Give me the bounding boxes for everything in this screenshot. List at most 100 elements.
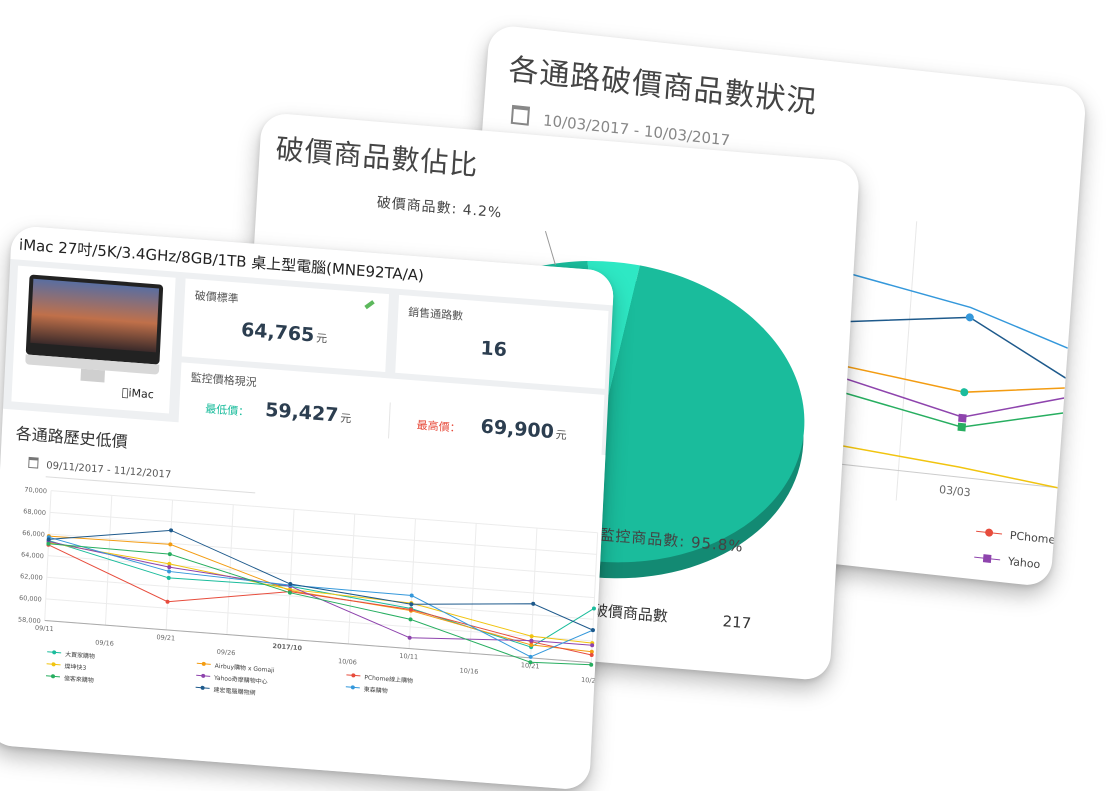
back-series-line [829, 316, 1066, 379]
history-panel: 各通路歷史低價 09/11/2017 - 11/12/2017 70,000 68… [0, 408, 606, 791]
y-tick-label: 66,000 [22, 529, 45, 539]
data-point[interactable] [408, 617, 413, 622]
data-point[interactable] [531, 601, 536, 606]
legend-marker [201, 673, 206, 678]
data-point[interactable] [409, 593, 414, 598]
history-title: 各通路歷史低價 [15, 423, 129, 452]
back-series-line [852, 273, 1069, 349]
data-point[interactable] [167, 565, 172, 570]
back-legend-pchome[interactable]: PChome [1009, 529, 1055, 547]
legend-item[interactable]: Airbuy購物 x Gomaji [215, 662, 275, 675]
imac-stand [80, 368, 106, 383]
legend-marker [351, 673, 356, 678]
price-standard-value: 64,765 [240, 318, 315, 347]
calendar-icon [510, 104, 531, 126]
legend-item[interactable]: Yahoo奇摩購物中心 [213, 674, 268, 686]
x-tick-label: 10/11 [399, 652, 418, 661]
x-tick-label: 10/16 [459, 667, 478, 676]
price-standard-value-wrap: 64,765元 [241, 319, 328, 348]
x-tick-label: 09/11 [35, 624, 54, 633]
min-price-value: 59,427 [264, 398, 339, 427]
legend-marker [52, 650, 57, 655]
legend-marker [200, 685, 205, 690]
y-tick-label: 68,000 [23, 507, 46, 517]
edit-pencil-icon[interactable] [364, 300, 375, 310]
grid-line [51, 490, 598, 534]
x-tick-label: 09/26 [217, 648, 236, 657]
x-tick-label: 10/26 [581, 676, 600, 685]
back-legend-yahoo[interactable]: Yahoo [1007, 555, 1041, 572]
product-detail-card: iMac 27吋/5K/3.4GHz/8GB/1TB 桌上型電腦(MNE92TA… [0, 225, 615, 791]
unit-label: 元 [339, 411, 352, 426]
max-price-label: 最高價： [416, 418, 461, 435]
y-tick-label: 62,000 [20, 572, 43, 582]
back-series-line [825, 371, 1065, 418]
series-line [48, 542, 593, 644]
back-series-line [826, 361, 1065, 393]
data-point[interactable] [166, 575, 171, 580]
x-axis [44, 620, 592, 664]
x-tick-label: 09/16 [95, 638, 114, 647]
legend-marker [51, 662, 56, 667]
data-point[interactable] [167, 552, 172, 557]
grid-line [47, 555, 595, 599]
max-price-value: 69,900 [480, 415, 555, 444]
channel-count-panel: 銷售通路數 16 [395, 294, 609, 389]
product-image-panel: iMac [11, 265, 176, 414]
channel-count-value: 16 [480, 337, 508, 362]
unit-label: 元 [555, 428, 568, 443]
price-standard-panel: 破價標準 64,765元 [181, 278, 390, 373]
max-price-wrap: 69,900元 [480, 416, 567, 445]
series-line [48, 535, 592, 653]
history-line-chart: 70,00068,00066,00064,00062,00060,00058,0… [18, 486, 600, 697]
data-point[interactable] [169, 528, 174, 533]
back-legend-marker [982, 554, 992, 563]
legend-marker [201, 661, 206, 666]
breakprice-count-value: 217 [722, 612, 752, 633]
pie-leader-line [544, 230, 556, 266]
legend-item[interactable]: 燦坤快3 [64, 662, 86, 672]
legend-item[interactable]: PChome線上購物 [364, 673, 413, 685]
data-point[interactable] [590, 628, 595, 633]
brand-label: iMac [121, 385, 154, 401]
monitor-divider [388, 402, 391, 439]
data-point[interactable] [529, 634, 534, 639]
legend-marker [350, 685, 355, 690]
channel-count-label: 銷售通路數 [407, 305, 464, 323]
back-point [960, 388, 969, 397]
back-point [958, 413, 967, 423]
y-tick-label: 60,000 [19, 594, 42, 604]
legend-item[interactable]: 建宏電腦購物網 [213, 686, 255, 697]
min-price-wrap: 59,427元 [265, 399, 352, 428]
x-tick-label: 10/06 [338, 657, 357, 666]
price-monitor-label: 監控價格現況 [190, 371, 257, 390]
legend-item[interactable]: 大買家購物 [65, 650, 95, 660]
back-series-line [820, 441, 1058, 489]
data-point[interactable] [589, 653, 594, 658]
imac-image [25, 274, 164, 365]
y-tick-label: 70,000 [24, 486, 47, 496]
legend-marker [51, 674, 56, 679]
back-legend-marker [985, 528, 994, 537]
grid-line [48, 533, 596, 577]
data-point[interactable] [167, 569, 172, 574]
unit-label: 元 [315, 331, 328, 346]
calendar-icon [28, 456, 39, 469]
data-point[interactable] [589, 662, 594, 667]
legend-item[interactable]: 億客來購物 [64, 674, 94, 684]
series-line [48, 529, 594, 631]
legend-item[interactable]: 東森購物 [364, 685, 388, 695]
data-point[interactable] [407, 635, 412, 640]
back-series-line [824, 386, 1064, 428]
back-point [965, 313, 974, 322]
y-tick-label: 64,000 [21, 551, 44, 561]
back-x-tick: 03/03 [939, 483, 971, 499]
x-tick-label: 09/21 [156, 633, 175, 642]
back-point [957, 422, 967, 432]
apple-logo-icon: iMac [122, 386, 155, 401]
x-tick-label: 2017/10 [272, 642, 302, 652]
price-standard-label: 破價標準 [194, 289, 239, 306]
data-point[interactable] [165, 599, 170, 604]
data-point[interactable] [591, 606, 596, 611]
grid-line [45, 598, 593, 642]
